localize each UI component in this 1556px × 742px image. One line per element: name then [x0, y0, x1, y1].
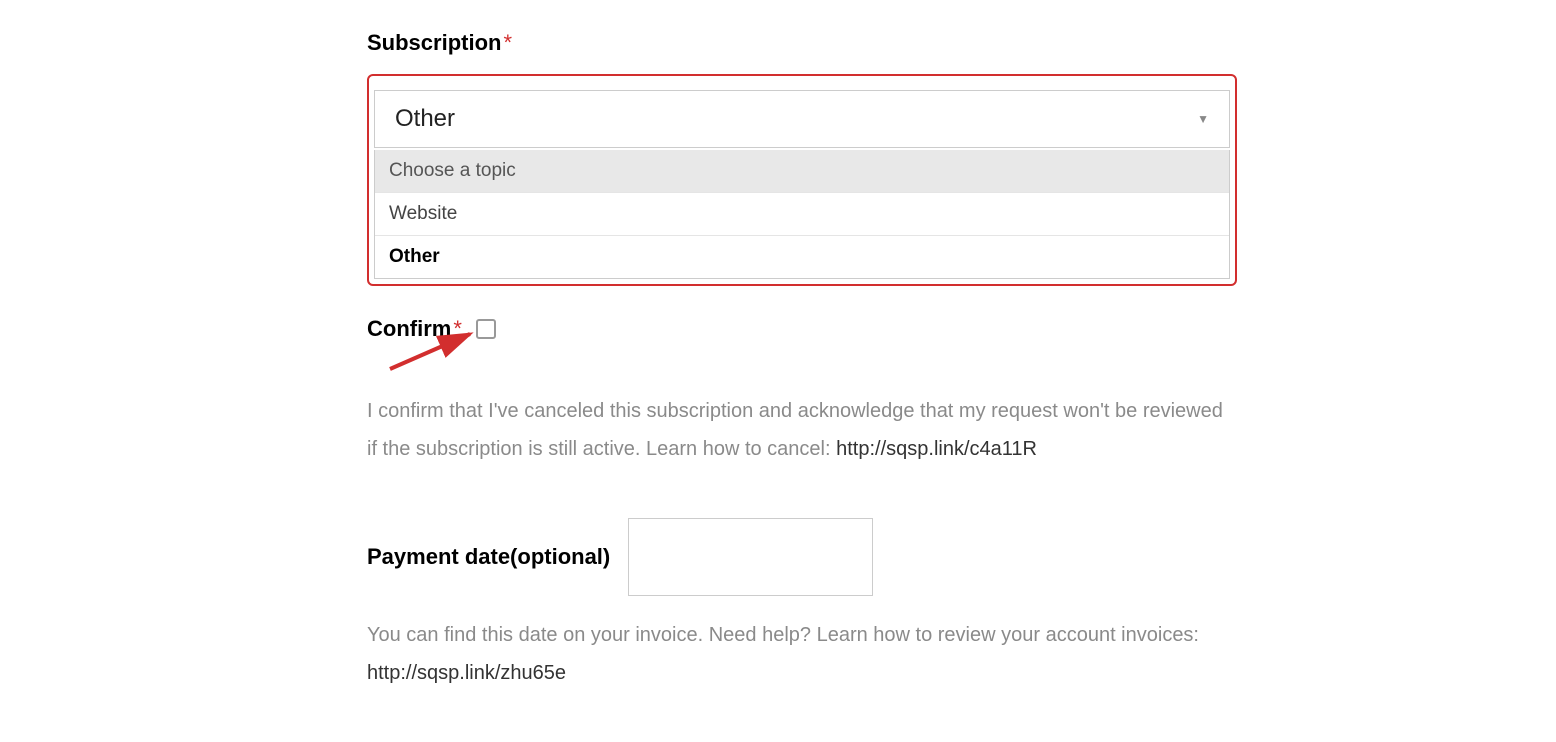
payment-date-label: Payment date(optional): [367, 544, 610, 570]
subscription-option-placeholder[interactable]: Choose a topic: [375, 150, 1229, 193]
confirm-label-text: Confirm: [367, 316, 451, 341]
payment-date-input[interactable]: [628, 518, 873, 596]
payment-description-text: You can find this date on your invoice. …: [367, 624, 1199, 646]
subscription-option-website[interactable]: Website: [375, 193, 1229, 236]
subscription-option-other[interactable]: Other: [375, 236, 1229, 278]
confirm-label: Confirm*: [367, 316, 462, 342]
confirm-description: I confirm that I've canceled this subscr…: [367, 392, 1237, 468]
confirm-row: Confirm*: [367, 316, 1237, 342]
payment-date-row: Payment date(optional): [367, 518, 1237, 596]
required-asterisk-icon: *: [453, 316, 462, 341]
subscription-dropdown-highlight: Other ▼ Choose a topic Website Other: [367, 74, 1237, 286]
chevron-down-icon: ▼: [1197, 112, 1209, 126]
subscription-selected-value: Other: [395, 105, 455, 133]
confirm-link[interactable]: http://sqsp.link/c4a11R: [836, 438, 1037, 460]
subscription-label: Subscription*: [367, 30, 1237, 56]
required-asterisk-icon: *: [503, 30, 512, 55]
subscription-label-text: Subscription: [367, 30, 501, 55]
payment-description: You can find this date on your invoice. …: [367, 616, 1237, 692]
confirm-description-text: I confirm that I've canceled this subscr…: [367, 400, 1223, 460]
confirm-checkbox[interactable]: [476, 319, 496, 339]
subscription-select[interactable]: Other ▼: [374, 90, 1230, 148]
subscription-options-list: Choose a topic Website Other: [374, 150, 1230, 279]
payment-link[interactable]: http://sqsp.link/zhu65e: [367, 662, 566, 684]
